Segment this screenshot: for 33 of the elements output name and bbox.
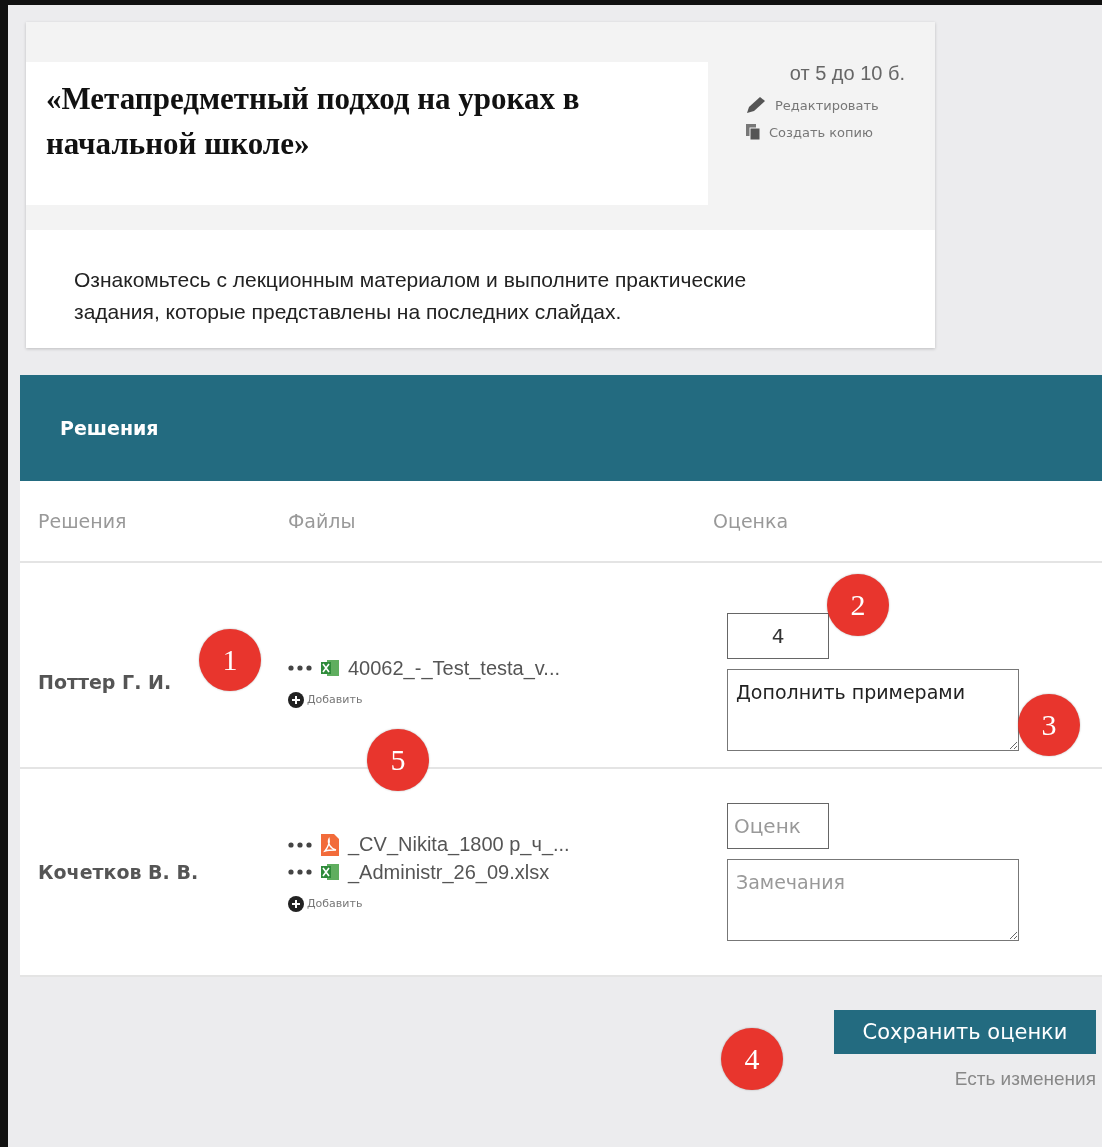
comment-field[interactable]: Замечания [727, 859, 1019, 941]
file-link[interactable]: _CV_Nikita_1800 р_ч_... [348, 833, 570, 856]
more-icon[interactable] [288, 665, 312, 671]
add-icon [288, 691, 304, 708]
edit-link[interactable]: Редактировать [745, 95, 905, 115]
add-file-link[interactable]: Добавить [288, 691, 363, 708]
section-header: Решения [20, 375, 1102, 481]
spreadsheet-icon [320, 658, 340, 678]
column-header: Оценка [713, 510, 790, 532]
points-range: от 5 до 10 б. [789, 62, 905, 85]
student-name: Поттер Г. И. [38, 671, 172, 693]
pdf-icon [320, 832, 340, 857]
file-link[interactable]: 40062_-_Test_testa_v... [348, 656, 560, 680]
copy-link[interactable]: Создать копию [745, 123, 905, 141]
more-icon[interactable] [288, 869, 312, 875]
task-description: Ознакомьтесь с лекционным материалом и выполните практические задания, которые представлены на последних слайдах. [73, 267, 748, 325]
comment-field[interactable]: Дополнить примерами [727, 669, 1019, 751]
copy-icon [745, 123, 761, 141]
column-header: Решения [38, 510, 128, 532]
student-name: Кочетков В. В. [38, 861, 199, 883]
annotation-badge: 4 [721, 1028, 783, 1090]
add-icon [288, 895, 304, 912]
more-icon[interactable] [288, 841, 312, 848]
score-field[interactable]: Оценк [727, 803, 829, 849]
save-button[interactable]: Сохранить оценки [834, 1010, 1096, 1054]
task-title: «Метапредметный подход на уроках в начальной школе» [26, 62, 708, 205]
spreadsheet-icon [320, 862, 340, 882]
score-field[interactable]: 4 [727, 613, 829, 659]
add-file-link[interactable]: Добавить [288, 895, 363, 912]
status-text: Есть изменения [954, 1068, 1096, 1090]
column-header: Файлы [288, 510, 357, 532]
file-link[interactable]: _Administr_26_09.xlsx [348, 860, 550, 884]
pencil-icon [745, 95, 767, 115]
